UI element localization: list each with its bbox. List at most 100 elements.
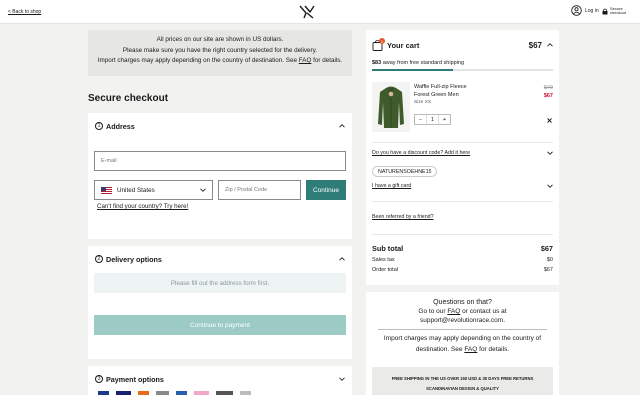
zip-placeholder: Zip / Postal Code [225,187,268,193]
mastercard-logo-icon [138,391,149,395]
chevron-down-icon [200,188,206,192]
help-title: Questions on that? [433,299,492,306]
help-faq-link[interactable]: FAQ [447,308,460,315]
quantity-increase-button[interactable]: + [439,115,450,124]
shipping-progress-track [372,69,553,71]
notice-line-1: All prices on our site are shown in US d… [156,36,284,43]
delivery-header[interactable]: 2 Delivery options [88,246,352,272]
cart-total-top: $67 [528,40,542,50]
order-total-value: $67 [543,267,553,273]
usp-line-1: FREE SHIPPING IN THE US OVER 150 USD & 3… [391,376,534,381]
login-button[interactable]: Log in [571,5,599,16]
divider [372,234,553,235]
address-continue-button[interactable]: Continue [306,180,346,200]
quantity-decrease-button[interactable]: − [415,115,426,124]
amex-logo-icon [156,391,169,395]
subtotal-label: Sub total [372,244,404,253]
help-faq-line: Go to our FAQ or contact us at [366,308,559,315]
subtotal-row: Sub total $67 [372,244,553,253]
country-select[interactable]: United States [94,180,213,200]
chevron-down-icon [547,184,553,188]
product-image[interactable] [372,82,410,132]
continue-to-payment-button[interactable]: Continue to payment [94,315,346,335]
cart-header[interactable]: 1 Your cart $67 [372,38,553,52]
currency-notice: All prices on our site are shown in US d… [88,30,352,76]
login-label: Log in [585,7,599,14]
zip-field[interactable]: Zip / Postal Code [218,180,301,200]
notice-line-3: Import charges may apply depending on th… [88,56,352,67]
secure-label-line2: checkout [610,10,627,15]
divider [378,329,547,330]
order-total-label: Order total [372,267,398,273]
usp-line-2: SCANDINAVIAN DESIGN & QUALITY [426,386,499,391]
remove-item-icon[interactable] [547,118,552,123]
applepay-logo-icon [216,391,233,395]
help-faq-post: or contact us at [460,308,507,315]
address-section: 1 Address E-mail United States Zip / Pos… [88,113,352,239]
help-faq-pre: Go to our [418,308,448,315]
us-flag-icon [101,186,112,194]
notice-line-3-end: for details. [311,57,343,64]
card-logo-icon [98,391,109,395]
item-name[interactable]: Waffle Full-zip Fleece [414,84,467,92]
shipping-remaining-amount: $83 [372,60,382,66]
address-header[interactable]: 1 Address [88,113,352,139]
import-faq-link[interactable]: FAQ [464,346,477,353]
cart-panel: 1 Your cart $67 $83 away from free stand… [366,30,559,285]
brand-logo[interactable] [298,4,316,20]
notice-line-3-text: Import charges may apply depending on th… [97,57,299,64]
divider [372,201,553,202]
support-email-link[interactable]: support@revolutionrace.com. [366,317,559,324]
import-notice-text: Import charges may apply depending on th… [383,335,542,353]
klarna-logo-icon [194,391,209,395]
import-notice: Import charges may apply depending on th… [372,333,553,355]
item-details: Waffle Full-zip Fleece Forest Green Men … [414,84,467,107]
gift-card-link[interactable]: I have a gift card [372,183,411,189]
item-variant: Forest Green Men [414,91,459,98]
delivery-section: 2 Delivery options Please fill out the a… [88,246,352,359]
chevron-up-icon[interactable] [339,123,345,129]
notice-line-2: Please make sure you have the right coun… [122,46,318,54]
email-field[interactable]: E-mail [94,151,346,171]
tax-value: $0 [546,257,553,263]
quantity-value[interactable]: 1 [426,115,439,124]
chevron-up-icon[interactable] [547,42,553,48]
tax-label: Sales tax [372,257,395,263]
discount-toggle[interactable]: Do you have a discount code? Add it here [372,150,553,156]
item-size: Size XS [414,100,432,105]
chevron-up-icon[interactable] [339,256,345,262]
address-title: Address [106,121,135,131]
item-prices: $79 $67 [544,84,553,100]
delivery-notice: Please fill out the address form first. [94,273,346,293]
referral-link[interactable]: Been referred by a friend? [372,214,434,220]
gpay-logo-icon [240,391,251,395]
country-value: United States [117,186,155,194]
discount-code-link[interactable]: Do you have a discount code? Add it here [372,150,470,156]
cart-count-badge: 1 [379,38,385,44]
gift-card-toggle[interactable]: I have a gift card [372,183,553,189]
user-icon [571,5,582,16]
usp-banner: FREE SHIPPING IN THE US OVER 150 USD & 3… [372,367,553,395]
free-shipping-text: $83 away from free standard shipping [372,60,464,66]
cant-find-country-link[interactable]: Can't find your country? Try here! [97,203,188,210]
payment-header[interactable]: 3 Payment options [88,366,352,392]
order-total-row: Order total $67 [372,267,553,273]
item-sale-price: $67 [543,93,553,99]
cart-title: Your cart [387,40,420,50]
fleece-jacket-image [378,86,404,128]
divider [372,142,553,143]
chevron-down-icon[interactable] [339,376,345,382]
paypal-logo-icon [176,391,187,395]
top-header: < Back to shop Log in Secure checkout [0,0,640,24]
subtotal-value: $67 [540,244,553,253]
delivery-title: Delivery options [106,254,162,264]
email-placeholder: E-mail [101,158,117,164]
back-to-shop-link[interactable]: < Back to shop [8,9,41,15]
discount-code-chip[interactable]: NATURENSOEHNE15 [372,166,438,177]
quantity-stepper: − 1 + [414,114,451,125]
notice-faq-link[interactable]: FAQ [299,57,312,64]
step-number: 2 [95,255,103,263]
step-number: 1 [95,122,103,130]
visa-logo-icon [116,391,131,395]
lock-icon [602,8,608,14]
